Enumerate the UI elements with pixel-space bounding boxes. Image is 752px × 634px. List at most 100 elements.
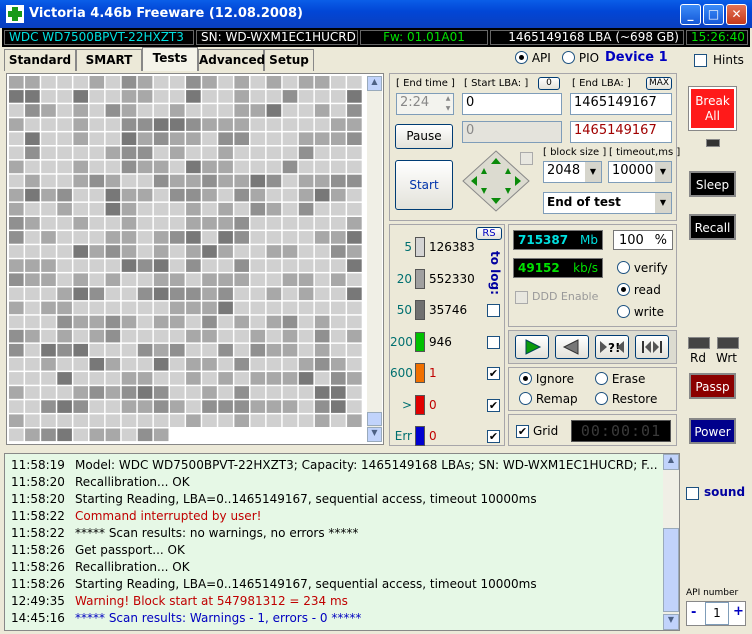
start-button[interactable]: Start bbox=[395, 160, 453, 210]
tab-advanced[interactable]: Advanced bbox=[198, 49, 265, 71]
log-time: 14:45:16 bbox=[11, 611, 65, 625]
maximize-button[interactable]: □ bbox=[703, 4, 724, 25]
start-lba-reset-button[interactable]: 0 bbox=[538, 77, 560, 90]
scan-block bbox=[105, 188, 121, 202]
wrt-indicator bbox=[717, 337, 739, 349]
scan-block bbox=[347, 217, 362, 230]
rewind-button[interactable] bbox=[555, 335, 589, 359]
scan-block bbox=[73, 414, 88, 427]
restore-radio[interactable]: Restore bbox=[595, 392, 657, 406]
sound-checkbox[interactable] bbox=[686, 487, 699, 500]
end-lba-input[interactable]: 1465149167 bbox=[570, 93, 672, 115]
scroll-up-icon[interactable]: ▲ bbox=[367, 76, 382, 91]
scan-block bbox=[121, 400, 137, 413]
break-indicator bbox=[706, 139, 720, 147]
scan-block bbox=[314, 414, 330, 427]
scan-block bbox=[298, 104, 314, 117]
rs-button[interactable]: RS bbox=[476, 227, 502, 240]
scan-block bbox=[73, 160, 88, 174]
scan-map-scrollbar[interactable]: ▲ ▼ bbox=[367, 76, 382, 442]
end-action-select[interactable]: End of test ▼ bbox=[543, 192, 672, 214]
timeout-select[interactable]: 10000 ▼ bbox=[608, 161, 672, 183]
lock-checkbox[interactable] bbox=[520, 152, 533, 165]
pause-button[interactable]: Pause bbox=[395, 124, 453, 149]
scan-block bbox=[347, 245, 362, 258]
log-message: ***** Scan results: Warnings - 1, errors… bbox=[75, 611, 362, 625]
scan-block bbox=[9, 301, 24, 315]
recall-button[interactable]: Recall bbox=[689, 214, 736, 240]
scan-block bbox=[41, 160, 56, 174]
tab-setup[interactable]: Setup bbox=[264, 49, 314, 71]
scan-block bbox=[170, 202, 185, 216]
tab-standard[interactable]: Standard bbox=[4, 49, 76, 71]
api-radio[interactable]: API bbox=[515, 51, 551, 65]
end-time-spinner[interactable]: ▲ ▼ bbox=[442, 94, 454, 114]
close-button[interactable]: ✕ bbox=[726, 4, 747, 25]
log-threshold-checkbox[interactable]: ✔ bbox=[487, 398, 500, 412]
scroll-up-icon[interactable]: ▲ bbox=[663, 454, 679, 470]
scan-block bbox=[298, 202, 314, 216]
scan-block bbox=[218, 259, 233, 272]
end-lba-max-button[interactable]: MAX bbox=[646, 77, 672, 90]
scan-block bbox=[234, 76, 249, 89]
scan-block bbox=[73, 174, 88, 188]
log-threshold-checkbox[interactable]: ✔ bbox=[487, 367, 500, 380]
tab-tests[interactable]: Tests bbox=[142, 47, 198, 71]
ddd-enable-checkbox[interactable] bbox=[515, 291, 528, 304]
api-number-spinner[interactable]: - 1 + bbox=[686, 601, 746, 626]
scan-block bbox=[282, 231, 298, 244]
passp-button[interactable]: Passp bbox=[689, 373, 736, 399]
scan-block bbox=[218, 174, 233, 188]
end-button[interactable] bbox=[635, 335, 669, 359]
scroll-down-icon[interactable]: ▼ bbox=[663, 614, 679, 630]
scan-block bbox=[314, 202, 330, 216]
log-scrollbar[interactable]: ▲ ▼ bbox=[663, 454, 679, 630]
scan-block bbox=[266, 160, 282, 174]
stat-count: 35746 bbox=[429, 303, 468, 317]
sleep-button[interactable]: Sleep bbox=[689, 171, 736, 197]
log-entry: 11:58:22 Command interrupted by user! bbox=[5, 508, 663, 525]
write-radio[interactable]: write bbox=[617, 305, 664, 319]
device-label[interactable]: Device 1 bbox=[605, 50, 668, 65]
api-minus-icon[interactable]: - bbox=[691, 605, 696, 620]
scan-block bbox=[202, 301, 217, 315]
scan-block bbox=[73, 329, 88, 343]
scan-block bbox=[89, 372, 105, 385]
scan-block bbox=[41, 400, 56, 413]
title-bar[interactable]: Victoria 4.46b Freeware (12.08.2008) _ □… bbox=[0, 0, 752, 28]
block-size-select[interactable]: 2048 ▼ bbox=[543, 161, 602, 183]
current-lba-display: 0 bbox=[462, 121, 562, 143]
scan-block bbox=[9, 160, 24, 174]
read-radio[interactable]: read bbox=[617, 283, 661, 297]
scan-block bbox=[250, 245, 266, 258]
scan-block bbox=[121, 202, 137, 216]
break-all-button[interactable]: Break All bbox=[688, 86, 737, 131]
stat-count: 0 bbox=[429, 397, 437, 412]
start-lba-input[interactable]: 0 bbox=[462, 93, 562, 115]
scroll-down-icon[interactable]: ▼ bbox=[367, 427, 382, 442]
ignore-radio[interactable]: Ignore bbox=[519, 372, 574, 386]
scan-block bbox=[105, 217, 121, 230]
scan-block bbox=[298, 174, 314, 188]
remap-radio[interactable]: Remap bbox=[519, 392, 578, 406]
scan-block bbox=[170, 414, 185, 427]
scan-block bbox=[298, 217, 314, 230]
scroll-thumb[interactable] bbox=[367, 412, 382, 426]
verify-radio[interactable]: verify bbox=[617, 261, 668, 275]
log-threshold-checkbox[interactable] bbox=[487, 335, 500, 349]
erase-radio[interactable]: Erase bbox=[595, 372, 645, 386]
log-threshold-checkbox[interactable] bbox=[487, 304, 500, 317]
play-button[interactable] bbox=[515, 335, 549, 359]
api-plus-icon[interactable]: + bbox=[733, 604, 744, 619]
grid-checkbox[interactable]: ✔ bbox=[516, 425, 529, 438]
log-scroll-thumb[interactable] bbox=[663, 528, 679, 612]
scan-block bbox=[266, 202, 282, 216]
power-button[interactable]: Power bbox=[689, 418, 736, 444]
log-threshold-checkbox[interactable]: ✔ bbox=[487, 430, 500, 443]
pio-radio[interactable]: PIO bbox=[562, 51, 599, 65]
stat-count: 946 bbox=[429, 334, 452, 349]
scan-block bbox=[153, 358, 169, 371]
skip-unknown-button[interactable]: ?! bbox=[595, 335, 629, 359]
minimize-button[interactable]: _ bbox=[680, 4, 701, 25]
tab-smart[interactable]: SMART bbox=[76, 49, 142, 71]
